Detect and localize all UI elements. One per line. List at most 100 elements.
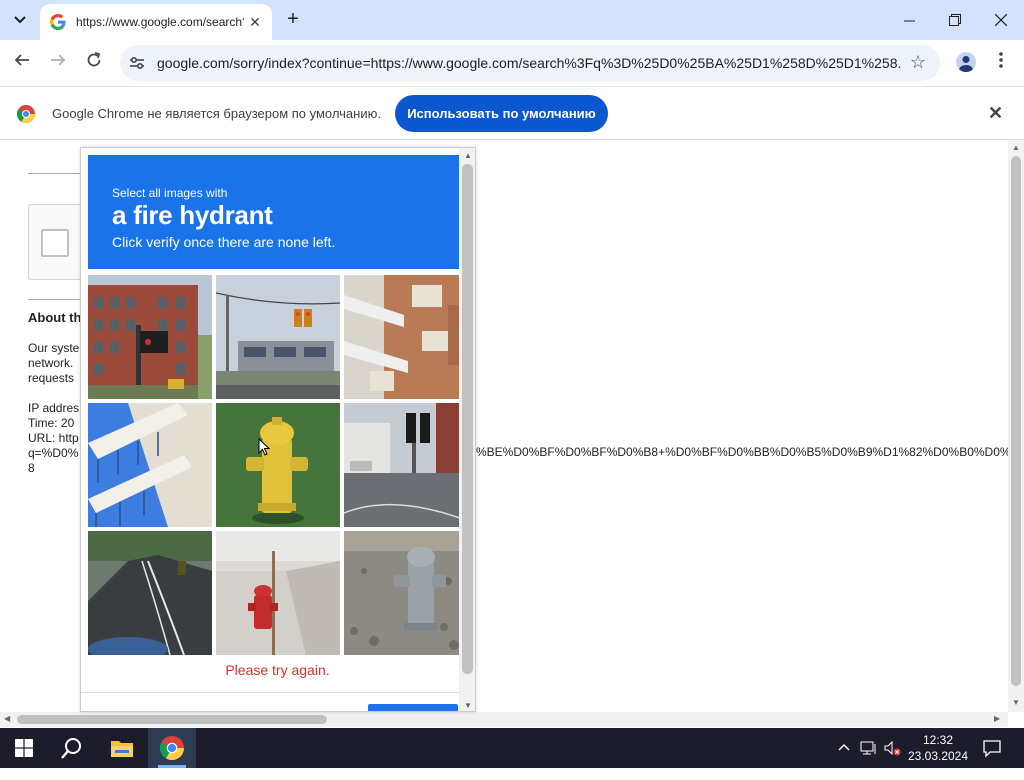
close-icon xyxy=(995,14,1007,26)
info-line: 8 xyxy=(28,461,35,475)
captcha-tile[interactable] xyxy=(344,275,468,399)
taskbar-chrome-app[interactable] xyxy=(148,728,196,768)
browser-toolbar: google.com/sorry/index?continue=https://… xyxy=(0,40,1024,86)
search-icon[interactable] xyxy=(60,736,84,760)
captcha-image-grid xyxy=(88,275,468,655)
captcha-instructions: Select all images with a fire hydrant Cl… xyxy=(88,155,459,269)
tab-strip: https://www.google.com/search?q ✕ + xyxy=(0,0,1024,40)
bookmark-star-icon[interactable]: ☆ xyxy=(910,52,926,73)
captcha-tile[interactable] xyxy=(216,275,340,399)
site-info-icon[interactable] xyxy=(128,54,146,72)
captcha-challenge-popup: Select all images with a fire hydrant Cl… xyxy=(80,147,476,712)
traffic-light-image xyxy=(216,275,340,399)
chevron-down-icon xyxy=(14,16,26,24)
active-tab[interactable]: https://www.google.com/search?q ✕ xyxy=(40,4,272,40)
captcha-tile[interactable] xyxy=(344,531,468,655)
info-line: URL: http xyxy=(28,431,79,445)
tab-search-dropdown[interactable] xyxy=(8,8,32,32)
windows-taskbar: 12:32 23.03.2024 xyxy=(0,728,1024,768)
file-explorer-icon[interactable] xyxy=(110,738,134,758)
arrow-right-icon xyxy=(51,54,66,66)
arrow-left-icon xyxy=(14,54,29,66)
captcha-error-message: Please try again. xyxy=(225,662,330,678)
yellow-hydrant-image xyxy=(216,403,340,527)
scroll-up-icon[interactable]: ▲ xyxy=(1012,143,1020,152)
restore-icon xyxy=(949,14,961,26)
scroll-down-icon[interactable]: ▼ xyxy=(1012,698,1020,707)
address-bar[interactable]: google.com/sorry/index?continue=https://… xyxy=(120,45,940,81)
back-button[interactable] xyxy=(10,51,34,75)
mouse-cursor-icon xyxy=(258,438,270,456)
system-clock[interactable]: 12:32 23.03.2024 xyxy=(906,732,970,764)
divider xyxy=(81,692,461,693)
reload-button[interactable] xyxy=(82,51,106,75)
network-icon[interactable] xyxy=(860,740,878,780)
paragraph-line: network. xyxy=(28,356,74,370)
captcha-tile[interactable] xyxy=(216,531,340,655)
popup-scrollbar[interactable]: ▲ ▼ xyxy=(459,148,475,711)
verify-button[interactable] xyxy=(368,704,458,711)
paragraph-line: Our syste xyxy=(28,341,80,355)
new-tab-button[interactable]: + xyxy=(282,8,304,30)
road-image xyxy=(88,531,212,655)
instruction-bottom: Click verify once there are none left. xyxy=(112,234,336,250)
chrome-icon xyxy=(160,736,184,760)
chevron-up-icon[interactable] xyxy=(838,740,850,780)
scroll-right-icon[interactable]: ▶ xyxy=(994,714,1000,723)
scroll-thumb[interactable] xyxy=(462,164,473,674)
balconies-sky-image xyxy=(88,403,212,527)
forward-button[interactable] xyxy=(46,51,70,75)
info-line: IP addres xyxy=(28,401,80,415)
set-default-button[interactable]: Использовать по умолчанию xyxy=(395,95,608,132)
restore-button[interactable] xyxy=(932,0,978,40)
captcha-tile[interactable] xyxy=(216,403,340,527)
captcha-tile[interactable] xyxy=(88,531,212,655)
scroll-left-icon[interactable]: ◀ xyxy=(4,714,10,723)
captcha-tile[interactable] xyxy=(344,403,468,527)
info-line: q=%D0% xyxy=(28,446,79,460)
tab-title: https://www.google.com/search?q xyxy=(76,15,244,29)
infobar-message: Google Chrome не является браузером по у… xyxy=(52,106,381,121)
default-browser-infobar: Google Chrome не является браузером по у… xyxy=(0,86,1024,140)
scroll-thumb[interactable] xyxy=(1011,156,1021,686)
chrome-menu-button[interactable] xyxy=(996,50,1006,74)
close-window-button[interactable] xyxy=(978,0,1024,40)
notification-icon[interactable] xyxy=(982,738,1002,758)
scroll-down-icon[interactable]: ▼ xyxy=(464,701,472,710)
clock-date: 23.03.2024 xyxy=(907,749,969,763)
about-heading: About th xyxy=(28,310,82,325)
profile-avatar-icon[interactable] xyxy=(956,52,976,72)
divider xyxy=(28,299,88,300)
divider xyxy=(28,173,88,174)
captcha-tile[interactable] xyxy=(88,403,212,527)
paragraph-line: requests xyxy=(28,371,75,385)
infobar-close-icon[interactable]: ✕ xyxy=(988,103,1003,124)
reload-icon xyxy=(87,52,101,67)
url-continuation-text: %BE%D0%BF%D0%BF%D0%B8+%D0%BF%D0%BB%D0%B5… xyxy=(476,445,1008,459)
red-hydrant-image xyxy=(216,531,340,655)
captcha-tile[interactable] xyxy=(88,275,212,399)
page-horizontal-scrollbar[interactable]: ◀ ▶ xyxy=(0,712,1008,727)
captcha-target: a fire hydrant xyxy=(112,200,273,230)
street-corner-image xyxy=(344,403,468,527)
minimize-icon xyxy=(903,20,915,21)
volume-muted-icon[interactable] xyxy=(884,740,902,780)
brick-building-image xyxy=(88,275,212,399)
more-vert-icon xyxy=(999,52,1003,68)
scroll-up-icon[interactable]: ▲ xyxy=(464,151,472,160)
recaptcha-checkbox[interactable] xyxy=(41,229,69,257)
tab-close-icon[interactable]: ✕ xyxy=(246,13,264,31)
page-vertical-scrollbar[interactable]: ▲ ▼ xyxy=(1008,140,1024,712)
building-balconies-image xyxy=(344,275,468,399)
person-icon xyxy=(959,56,973,72)
minimize-button[interactable] xyxy=(886,0,932,40)
clock-time: 12:32 xyxy=(922,733,954,747)
instruction-top: Select all images with xyxy=(112,186,228,200)
info-line: Time: 20 xyxy=(28,416,75,430)
scroll-thumb[interactable] xyxy=(17,715,327,724)
chrome-logo-icon xyxy=(17,105,35,123)
recaptcha-widget xyxy=(28,204,88,280)
windows-start-icon[interactable] xyxy=(15,739,33,757)
google-favicon-icon xyxy=(50,14,66,30)
gray-hydrant-image xyxy=(344,531,468,655)
